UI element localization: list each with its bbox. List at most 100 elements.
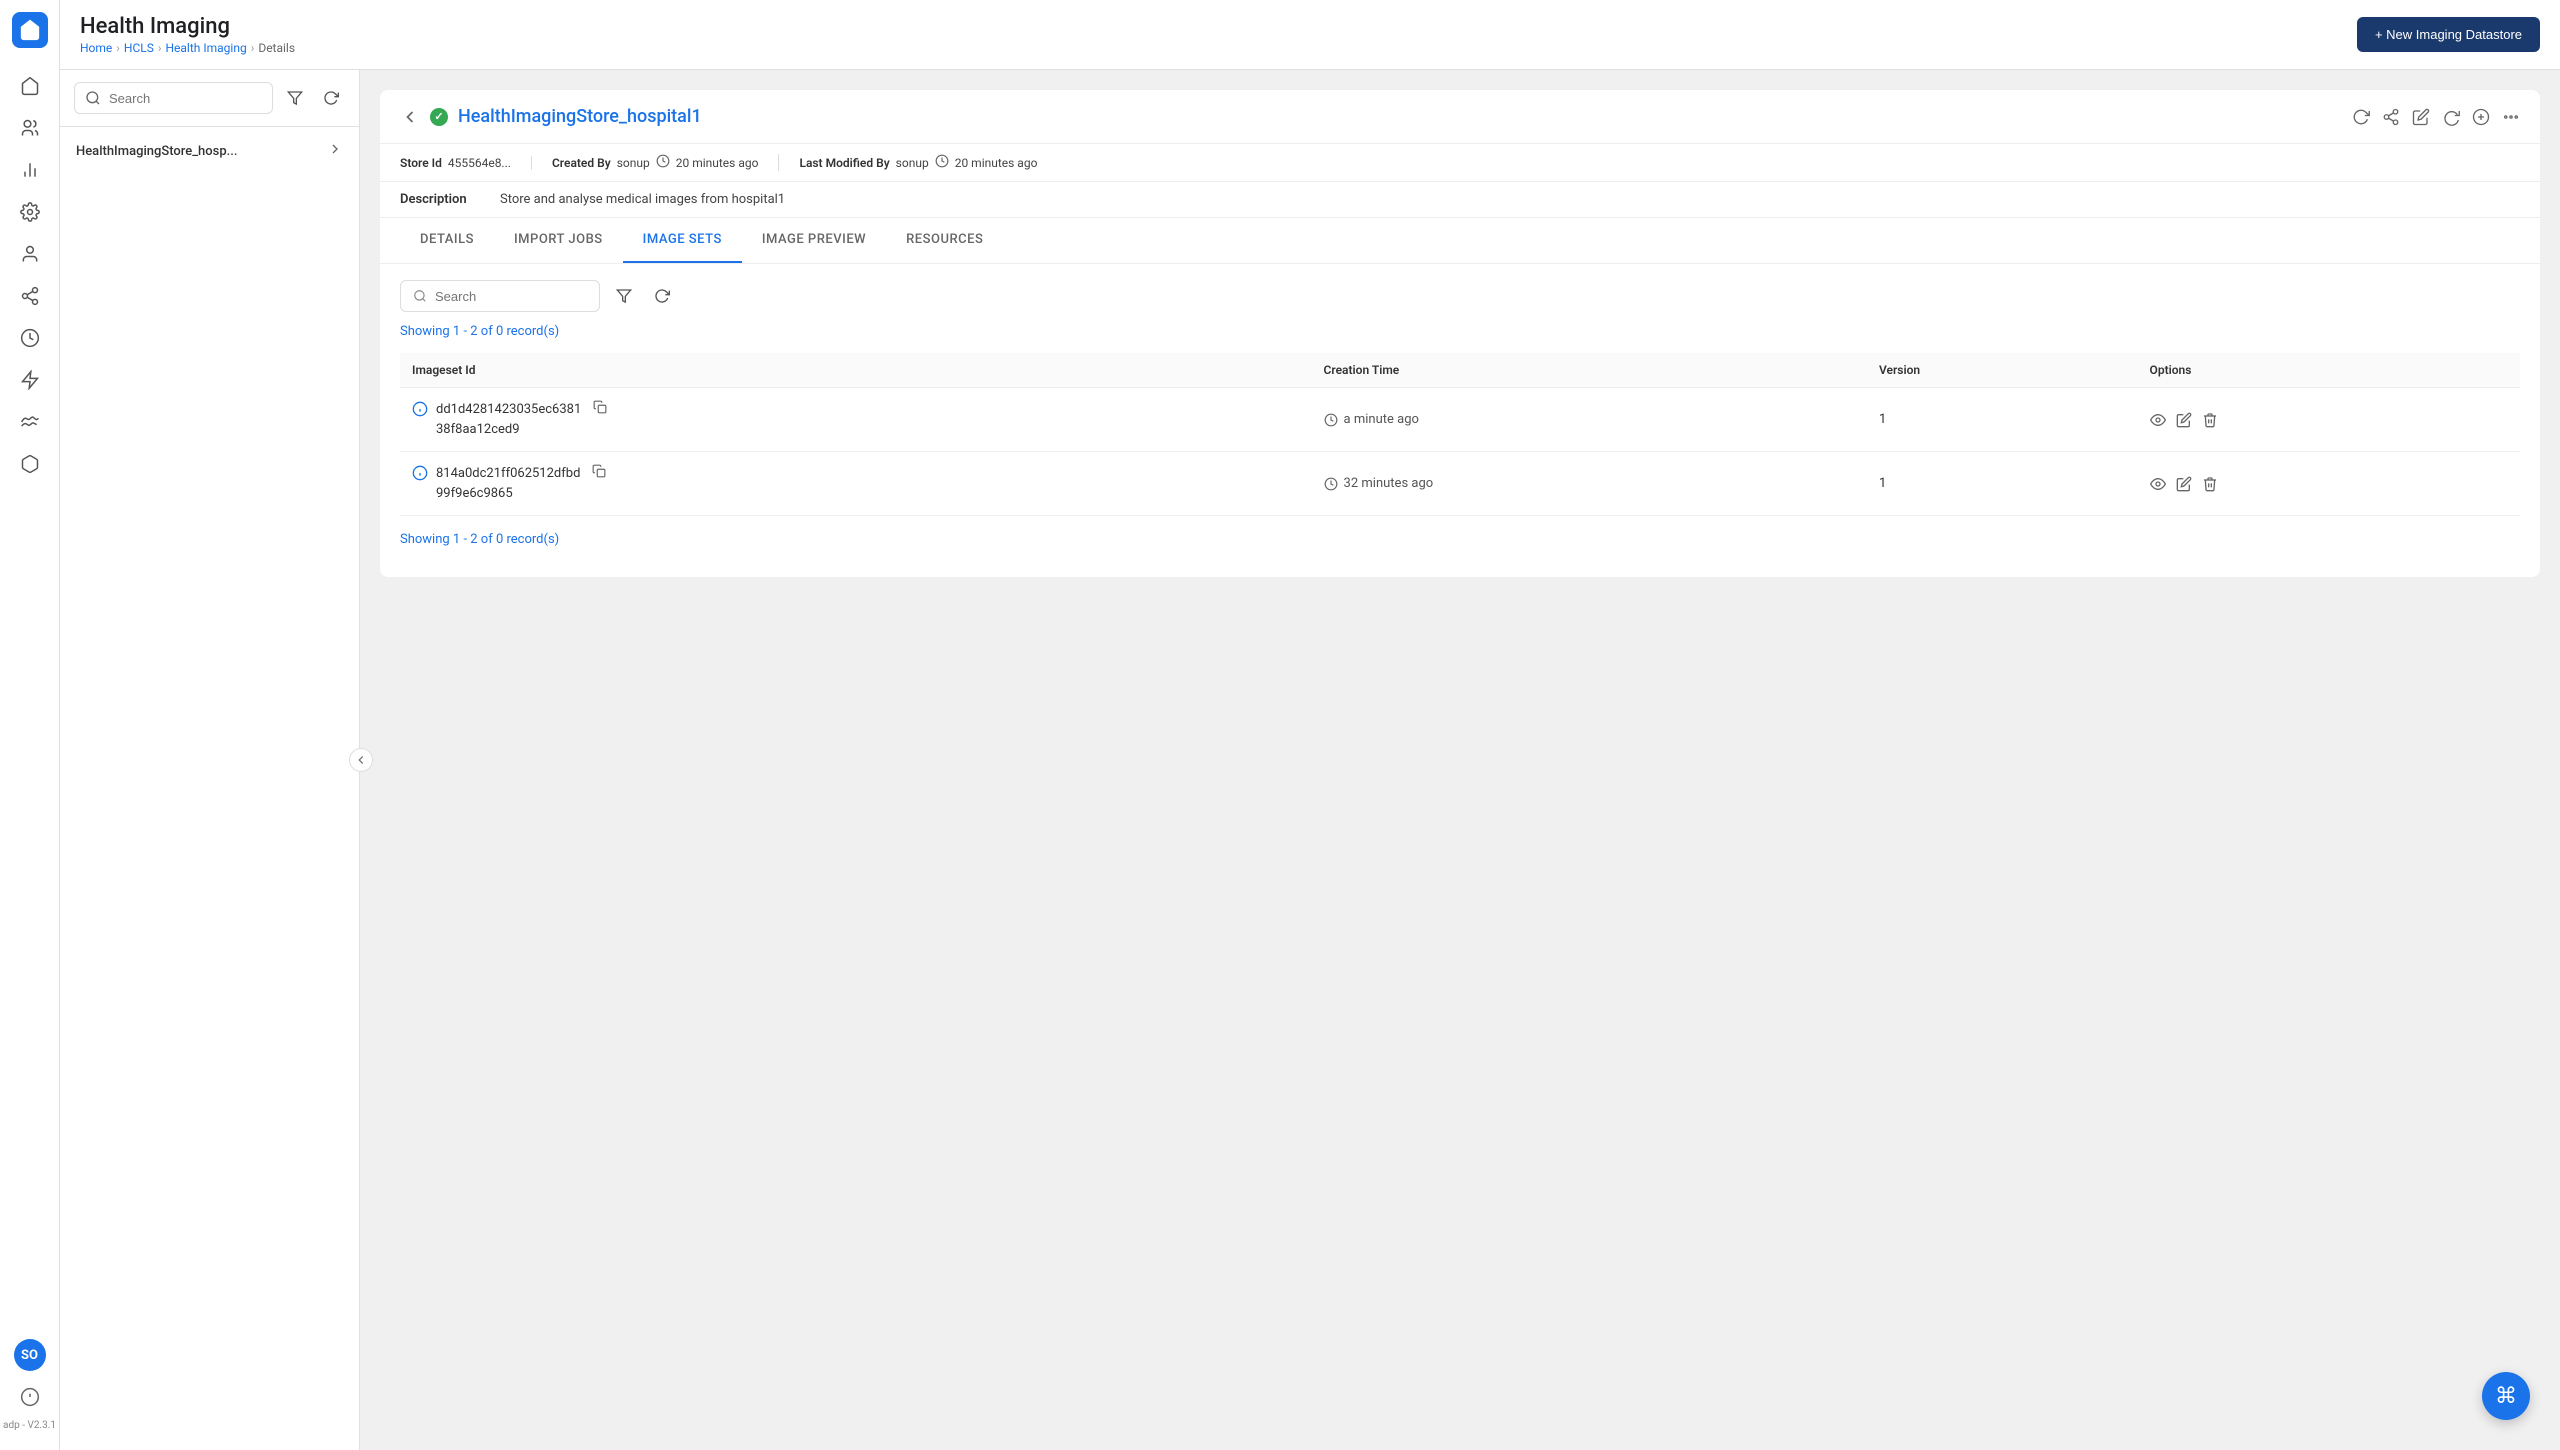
created-by-user: sonup [617,156,650,170]
delete-row1-icon[interactable] [2202,412,2218,428]
store-id-meta: Store Id 455564e8... [400,156,532,170]
content-area: HealthImagingStore_hosp... [60,70,2560,1450]
fab-button[interactable]: ⌘ [2482,1372,2530,1420]
delete-row2-icon[interactable] [2202,476,2218,492]
description-value: Store and analyse medical images from ho… [500,192,785,207]
store-list-item[interactable]: HealthImagingStore_hosp... [60,127,359,175]
detail-card: HealthImagingStore_hospital1 [380,90,2540,577]
app-version: adp - V2.3.1 [3,1419,56,1432]
table-refresh-icon[interactable] [648,282,676,310]
left-search-box[interactable] [74,82,273,114]
detail-header-left: HealthImagingStore_hospital1 [400,106,702,127]
breadcrumb-hcls[interactable]: HCLS [124,41,154,55]
breadcrumb: Home › HCLS › Health Imaging › Details [80,41,295,55]
left-panel-search-bar [60,70,359,127]
more-options-icon[interactable] [2502,108,2520,126]
store-name: HealthImagingStore_hospital1 [458,106,702,127]
imageset-id-text-2: 814a0dc21ff062512dfbd 99f9e6c9865 [436,464,580,503]
last-modified-user: sonup [896,156,929,170]
left-search-input[interactable] [109,91,262,106]
tab-details[interactable]: DETAILS [400,218,494,263]
created-at: 20 minutes ago [676,156,759,170]
description-row: Description Store and analyse medical im… [380,182,2540,218]
col-version: Version [1867,353,2138,388]
table-toolbar [400,280,2520,312]
created-by-meta: Created By sonup 20 minutes ago [552,154,780,171]
home-icon[interactable] [12,68,48,104]
imageset-id-cell-1: dd1d4281423035ec6381 38f8aa12ced9 [400,388,1312,452]
left-panel-actions [281,84,345,112]
topbar-left: Health Imaging Home › HCLS › Health Imag… [80,14,295,55]
options-cell-1 [2138,388,2520,452]
version-cell-1: 1 [1867,388,2138,452]
table-search-box[interactable] [400,280,600,312]
share-icon[interactable] [12,278,48,314]
tab-image-preview[interactable]: IMAGE PREVIEW [742,218,886,263]
edit-header-icon[interactable] [2412,108,2430,126]
breadcrumb-details: Details [258,41,295,55]
download-header-icon[interactable] [2472,108,2490,126]
box-icon[interactable] [12,446,48,482]
creation-time-cell-2: 32 minutes ago [1312,452,1867,516]
users-icon[interactable] [12,110,48,146]
table-filter-icon[interactable] [610,282,638,310]
share-header-icon[interactable] [2382,108,2400,126]
creation-time-cell-1: a minute ago [1312,388,1867,452]
left-panel: HealthImagingStore_hosp... [60,70,360,1450]
view-row1-icon[interactable] [2150,412,2166,428]
copy-id2-icon[interactable] [592,464,606,482]
table-row: 814a0dc21ff062512dfbd 99f9e6c9865 [400,452,2520,516]
chevron-right-icon [327,141,343,161]
info-icon[interactable] [14,1381,46,1413]
info-row1-icon[interactable] [412,400,428,421]
wave-icon[interactable] [12,404,48,440]
version-cell-2: 1 [1867,452,2138,516]
description-label: Description [400,192,490,207]
tabs: DETAILS IMPORT JOBS IMAGE SETS IMAGE PRE… [380,218,2540,264]
table-header-row: Imageset Id Creation Time Version Option… [400,353,2520,388]
topbar: Health Imaging Home › HCLS › Health Imag… [60,0,2560,70]
sync-icon[interactable] [2352,108,2370,126]
analytics-icon[interactable] [12,152,48,188]
breadcrumb-health-imaging[interactable]: Health Imaging [165,41,246,55]
store-id-value: 455564e8... [448,156,511,170]
history-header-icon[interactable] [2442,108,2460,126]
imageset-id-cell-2: 814a0dc21ff062512dfbd 99f9e6c9865 [400,452,1312,516]
settings-icon[interactable] [12,194,48,230]
imageset-id-text-1: dd1d4281423035ec6381 38f8aa12ced9 [436,400,581,439]
record-count-bottom: Showing 1 - 2 of 0 record(s) [400,532,2520,547]
col-imageset-id: Imageset Id [400,353,1312,388]
table-search-input[interactable] [435,289,587,304]
tab-imagesets[interactable]: IMAGE SETS [623,218,742,263]
clock-row1-icon [1324,413,1338,427]
new-imaging-datastore-button[interactable]: + New Imaging Datastore [2357,17,2540,52]
tab-resources[interactable]: RESOURCES [886,218,1003,263]
status-indicator [430,108,448,126]
clock-row2-icon [1324,477,1338,491]
tab-import-jobs[interactable]: IMPORT JOBS [494,218,623,263]
edit-row1-icon[interactable] [2176,412,2192,428]
refresh-icon[interactable] [317,84,345,112]
back-button[interactable] [400,107,420,127]
record-count-top: Showing 1 - 2 of 0 record(s) [400,324,2520,339]
imagesets-table: Imageset Id Creation Time Version Option… [400,353,2520,516]
view-row2-icon[interactable] [2150,476,2166,492]
copy-id1-icon[interactable] [593,400,607,418]
store-list-item-label: HealthImagingStore_hosp... [76,144,237,159]
main-area: Health Imaging Home › HCLS › Health Imag… [60,0,2560,1450]
breadcrumb-home[interactable]: Home [80,41,112,55]
user-avatar[interactable]: SO [14,1339,46,1371]
person-icon[interactable] [12,236,48,272]
collapse-panel-button[interactable] [349,748,373,772]
edit-row2-icon[interactable] [2176,476,2192,492]
clock-icon[interactable] [12,320,48,356]
app-logo[interactable] [12,12,48,48]
created-by-label: Created By [552,156,611,170]
lightning-icon[interactable] [12,362,48,398]
info-row2-icon[interactable] [412,464,428,485]
store-id-label: Store Id [400,156,442,170]
filter-icon[interactable] [281,84,309,112]
created-clock-icon [656,154,670,171]
sidebar: SO adp - V2.3.1 [0,0,60,1450]
last-modified-label: Last Modified By [799,156,889,170]
